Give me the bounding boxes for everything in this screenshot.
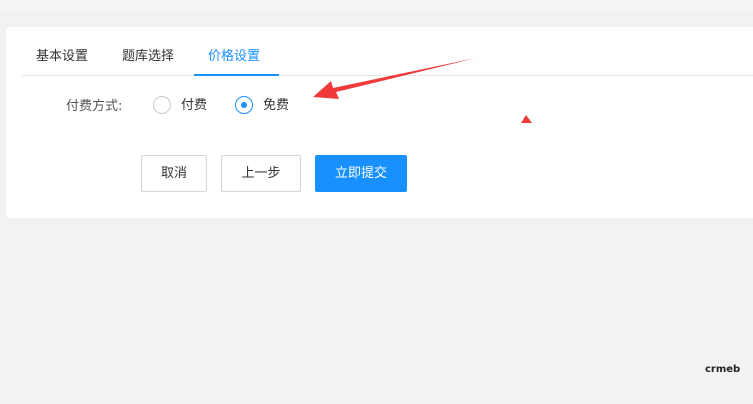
payment-method-label: 付费方式:	[66, 99, 123, 114]
tab-question-bank[interactable]: 题库选择	[122, 48, 178, 76]
cancel-button[interactable]: 取消	[141, 155, 207, 192]
form-card: 基本设置 题库选择 价格设置 付费方式: 付费 免费 取消 上一步 立即提交	[6, 27, 753, 218]
top-strip	[0, 0, 753, 11]
radio-free[interactable]: 免费	[235, 95, 295, 117]
prev-step-button[interactable]: 上一步	[221, 155, 301, 192]
tab-bar: 基本设置 题库选择 价格设置	[22, 27, 753, 76]
radio-paid-label: 付费	[181, 98, 208, 113]
watermark-logo: crmeb	[705, 364, 741, 375]
submit-button[interactable]: 立即提交	[315, 155, 407, 192]
radio-free-circle[interactable]	[235, 96, 253, 114]
radio-paid[interactable]: 付费	[153, 95, 213, 117]
tab-price-settings[interactable]: 价格设置	[194, 48, 279, 76]
radio-paid-circle[interactable]	[153, 96, 171, 114]
radio-selected-dot	[241, 102, 247, 108]
radio-free-label: 免费	[263, 98, 290, 113]
tab-basic-settings[interactable]: 基本设置	[36, 48, 92, 76]
